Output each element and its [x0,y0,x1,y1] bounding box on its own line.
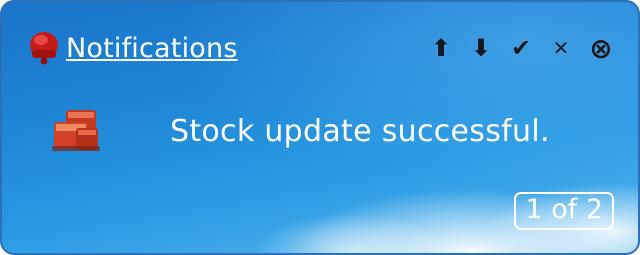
notification-popup: Notifications ⬆ ⬇ ✔ ✕ ⊗ Stock update suc… [0,0,640,255]
x-mark-icon[interactable]: ✕ [548,34,574,62]
stacked-boxes-icon [52,110,100,151]
notifications-title-link[interactable]: Notifications [66,33,238,64]
arrow-up-icon[interactable]: ⬆ [428,34,454,62]
notification-pager[interactable]: 1 of 2 [514,192,614,230]
notification-message: Stock update successful. [170,114,550,149]
circle-x-icon[interactable]: ⊗ [588,32,614,65]
notification-toolbar: ⬆ ⬇ ✔ ✕ ⊗ [428,32,614,65]
checkmark-icon[interactable]: ✔ [508,34,534,62]
arrow-down-icon[interactable]: ⬇ [468,34,494,62]
bell-icon [30,32,58,65]
